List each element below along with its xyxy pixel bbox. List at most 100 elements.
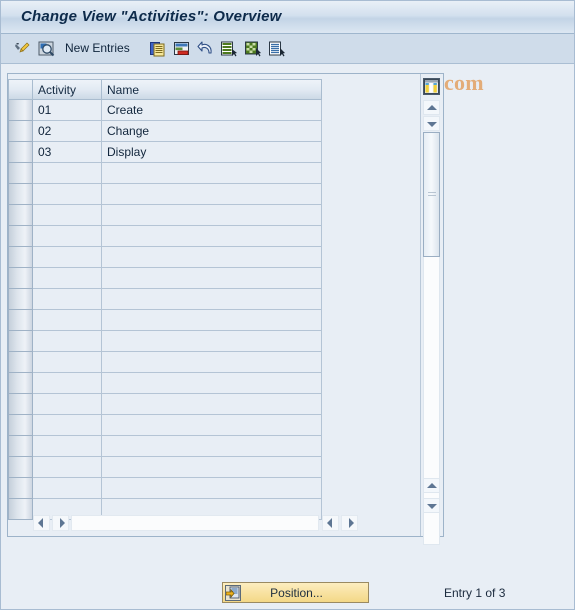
table-row[interactable] [8, 415, 422, 436]
scroll-left-button[interactable] [33, 515, 50, 531]
table-row[interactable] [8, 352, 422, 373]
cell-activity[interactable] [33, 184, 102, 205]
scroll-down-button[interactable] [423, 116, 440, 131]
cell-name[interactable] [102, 310, 322, 331]
pencil-check-icon[interactable] [13, 40, 31, 58]
cell-activity[interactable] [33, 289, 102, 310]
cell-name[interactable] [102, 478, 322, 499]
cell-name[interactable] [102, 163, 322, 184]
cell-name[interactable] [102, 226, 322, 247]
cell-activity[interactable] [33, 394, 102, 415]
cell-activity[interactable] [33, 226, 102, 247]
cell-activity[interactable] [33, 310, 102, 331]
row-select-button[interactable] [8, 163, 33, 184]
undo-arrow-icon[interactable] [197, 40, 215, 58]
cell-name[interactable] [102, 373, 322, 394]
table-row[interactable] [8, 457, 422, 478]
cell-activity[interactable] [33, 478, 102, 499]
row-select-button[interactable] [8, 289, 33, 310]
cell-activity[interactable] [33, 247, 102, 268]
cell-activity[interactable]: 02 [33, 121, 102, 142]
cell-name[interactable] [102, 352, 322, 373]
table-row[interactable] [8, 247, 422, 268]
table-row[interactable] [8, 436, 422, 457]
row-select-button[interactable] [8, 373, 33, 394]
cell-name[interactable]: Display [102, 142, 322, 163]
select-all-icon[interactable] [220, 40, 238, 58]
table-row[interactable] [8, 226, 422, 247]
table-row[interactable] [8, 163, 422, 184]
cell-activity[interactable] [33, 436, 102, 457]
row-select-button[interactable] [8, 100, 33, 121]
vertical-scroll-thumb[interactable] [423, 132, 440, 257]
table-row[interactable] [8, 184, 422, 205]
cell-name[interactable] [102, 394, 322, 415]
row-select-button[interactable] [8, 121, 33, 142]
cell-name[interactable] [102, 436, 322, 457]
cell-name[interactable]: Create [102, 100, 322, 121]
scroll-right-button[interactable] [52, 515, 69, 531]
select-block-icon[interactable] [244, 40, 262, 58]
row-select-button[interactable] [8, 205, 33, 226]
copy-icon[interactable] [149, 40, 167, 58]
column-header-name[interactable]: Name [102, 79, 322, 100]
scroll-right-button-end[interactable] [341, 515, 358, 531]
cell-name[interactable] [102, 331, 322, 352]
row-select-button[interactable] [8, 394, 33, 415]
cell-activity[interactable] [33, 373, 102, 394]
cell-name[interactable] [102, 268, 322, 289]
row-select-button[interactable] [8, 226, 33, 247]
cell-name[interactable] [102, 184, 322, 205]
row-select-button[interactable] [8, 331, 33, 352]
row-select-button[interactable] [8, 268, 33, 289]
horizontal-scroll-track[interactable] [71, 515, 319, 531]
row-select-button[interactable] [8, 310, 33, 331]
delete-row-icon[interactable] [173, 40, 191, 58]
new-entries-button[interactable]: New Entries [65, 41, 130, 55]
cell-activity[interactable] [33, 352, 102, 373]
row-select-button[interactable] [8, 352, 33, 373]
column-header-activity[interactable]: Activity [33, 79, 102, 100]
cell-activity[interactable] [33, 331, 102, 352]
row-select-button[interactable] [8, 478, 33, 499]
row-select-button[interactable] [8, 142, 33, 163]
table-row[interactable]: 03 Display [8, 142, 422, 163]
table-row[interactable] [8, 289, 422, 310]
cell-activity[interactable] [33, 163, 102, 184]
cell-activity[interactable]: 03 [33, 142, 102, 163]
table-row[interactable] [8, 478, 422, 499]
table-row[interactable]: 01 Create [8, 100, 422, 121]
scroll-up-button-bottom[interactable] [423, 478, 440, 493]
scroll-up-button[interactable] [423, 100, 440, 115]
table-row[interactable] [8, 268, 422, 289]
cell-name[interactable] [102, 205, 322, 226]
row-select-button[interactable] [8, 184, 33, 205]
cell-activity[interactable] [33, 205, 102, 226]
table-row[interactable] [8, 205, 422, 226]
cell-name[interactable] [102, 289, 322, 310]
table-row[interactable] [8, 394, 422, 415]
cell-activity[interactable] [33, 268, 102, 289]
cell-name[interactable] [102, 415, 322, 436]
table-settings-icon[interactable] [423, 78, 440, 95]
cell-name[interactable]: Change [102, 121, 322, 142]
row-select-button[interactable] [8, 415, 33, 436]
header-select-all-cell[interactable] [8, 79, 33, 100]
row-select-button[interactable] [8, 499, 33, 520]
cell-activity[interactable]: 01 [33, 100, 102, 121]
table-row[interactable] [8, 310, 422, 331]
table-row[interactable] [8, 331, 422, 352]
row-select-button[interactable] [8, 457, 33, 478]
table-row[interactable]: 02 Change [8, 121, 422, 142]
scroll-left-button-end[interactable] [322, 515, 339, 531]
cell-name[interactable] [102, 457, 322, 478]
cell-activity[interactable] [33, 415, 102, 436]
magnifier-icon[interactable] [37, 40, 55, 58]
position-button[interactable]: Position... [222, 582, 369, 603]
row-select-button[interactable] [8, 436, 33, 457]
row-select-button[interactable] [8, 247, 33, 268]
cell-name[interactable] [102, 247, 322, 268]
deselect-all-icon[interactable] [268, 40, 286, 58]
cell-activity[interactable] [33, 457, 102, 478]
table-row[interactable] [8, 373, 422, 394]
